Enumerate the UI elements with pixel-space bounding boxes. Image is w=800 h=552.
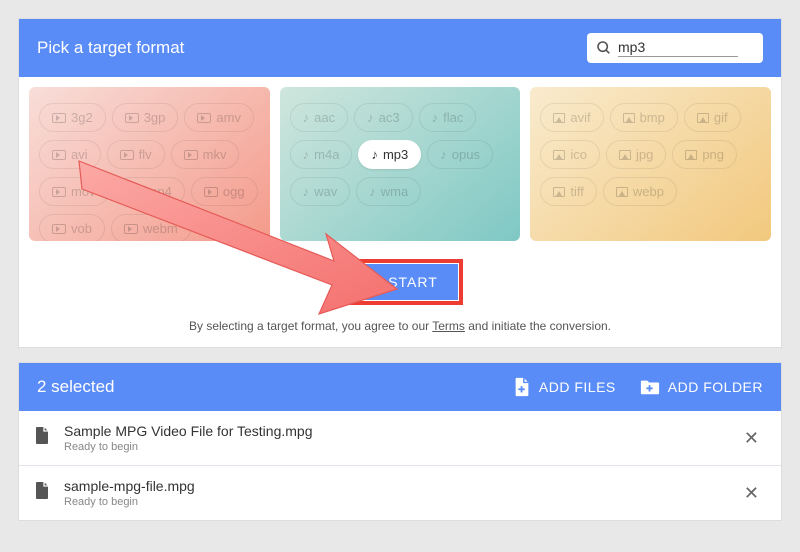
add-files-label: ADD FILES bbox=[539, 379, 616, 395]
format-chip-flac[interactable]: ♪flac bbox=[419, 103, 477, 132]
chip-label: bmp bbox=[640, 110, 665, 125]
format-chip-avif[interactable]: avif bbox=[540, 103, 603, 132]
files-header: 2 selected ADD FILES ADD FOLDER bbox=[19, 363, 781, 411]
file-icon bbox=[35, 482, 50, 505]
chip-label: flv bbox=[139, 147, 152, 162]
file-status: Ready to begin bbox=[64, 496, 738, 508]
search-box[interactable] bbox=[587, 33, 763, 63]
format-chip-vob[interactable]: vob bbox=[39, 214, 105, 241]
remove-file-button[interactable]: ✕ bbox=[738, 428, 765, 449]
chip-label: png bbox=[702, 147, 724, 162]
format-chip-bmp[interactable]: bmp bbox=[610, 103, 678, 132]
file-info: sample-mpg-file.mpg Ready to begin bbox=[64, 478, 738, 508]
format-panel: Pick a target format 3g2 3gp amv avi flv mkv m… bbox=[18, 18, 782, 348]
chip-label: ogg bbox=[223, 184, 245, 199]
format-chip-gif[interactable]: gif bbox=[684, 103, 741, 132]
file-icon bbox=[35, 427, 50, 450]
format-chip-avi[interactable]: avi bbox=[39, 140, 101, 169]
format-chip-tiff[interactable]: tiff bbox=[540, 177, 597, 206]
format-chip-mp3[interactable]: ♪mp3 bbox=[358, 140, 421, 169]
format-chip-ogg[interactable]: ogg bbox=[191, 177, 258, 206]
add-folder-label: ADD FOLDER bbox=[668, 379, 763, 395]
start-button-label: START bbox=[388, 274, 438, 290]
add-files-button[interactable]: ADD FILES bbox=[513, 377, 616, 397]
chip-label: 3g2 bbox=[71, 110, 93, 125]
terms-link[interactable]: Terms bbox=[432, 319, 465, 333]
file-row: sample-mpg-file.mpg Ready to begin✕ bbox=[19, 465, 781, 520]
chip-label: vob bbox=[71, 221, 92, 236]
file-info: Sample MPG Video File for Testing.mpg Rea… bbox=[64, 423, 738, 453]
chip-label: ico bbox=[570, 147, 587, 162]
format-chip-opus[interactable]: ♪opus bbox=[427, 140, 493, 169]
chip-label: flac bbox=[443, 110, 463, 125]
chip-label: mov bbox=[71, 184, 96, 199]
files-actions: ADD FILES ADD FOLDER bbox=[513, 377, 763, 397]
chip-label: jpg bbox=[636, 147, 653, 162]
chip-label: amv bbox=[216, 110, 241, 125]
card-audio: ♪aac♪ac3♪flac ♪m4a♪mp3♪opus ♪wav♪wma bbox=[280, 87, 521, 241]
chip-label: mp3 bbox=[383, 147, 408, 162]
panel-title: Pick a target format bbox=[37, 38, 184, 58]
chip-label: webp bbox=[633, 184, 664, 199]
chip-label: ac3 bbox=[379, 110, 400, 125]
search-input[interactable] bbox=[618, 39, 738, 57]
file-name: Sample MPG Video File for Testing.mpg bbox=[64, 423, 738, 439]
chip-label: mp4 bbox=[147, 184, 172, 199]
format-chip-mov[interactable]: mov bbox=[39, 177, 109, 206]
format-chip-wma[interactable]: ♪wma bbox=[356, 177, 421, 206]
chip-label: avi bbox=[71, 147, 88, 162]
arrow-right-icon bbox=[362, 274, 378, 290]
chip-label: opus bbox=[452, 147, 480, 162]
format-chip-webm[interactable]: webm bbox=[111, 214, 191, 241]
chip-label: aac bbox=[314, 110, 335, 125]
format-chip-flv[interactable]: flv bbox=[107, 140, 165, 169]
format-chip-3gp[interactable]: 3gp bbox=[112, 103, 179, 132]
file-plus-icon bbox=[513, 377, 531, 397]
search-icon bbox=[596, 40, 612, 56]
format-chip-m4a[interactable]: ♪m4a bbox=[290, 140, 353, 169]
format-cards: 3g23gpamvaviflvmkvmovmp4oggvobwebm ♪aac♪… bbox=[19, 77, 781, 241]
add-folder-button[interactable]: ADD FOLDER bbox=[640, 377, 763, 397]
chip-label: avif bbox=[570, 110, 590, 125]
file-name: sample-mpg-file.mpg bbox=[64, 478, 738, 494]
chip-label: wma bbox=[381, 184, 408, 199]
files-panel: 2 selected ADD FILES ADD FOLDER Sample M… bbox=[18, 362, 782, 521]
start-button-highlight: START bbox=[337, 259, 463, 305]
format-chip-wav[interactable]: ♪wav bbox=[290, 177, 351, 206]
consent-suffix: and initiate the conversion. bbox=[465, 319, 611, 333]
chip-label: mkv bbox=[203, 147, 227, 162]
format-chip-3g2[interactable]: 3g2 bbox=[39, 103, 106, 132]
format-chip-amv[interactable]: amv bbox=[184, 103, 254, 132]
format-chip-mp4[interactable]: mp4 bbox=[115, 177, 185, 206]
format-chip-mkv[interactable]: mkv bbox=[171, 140, 240, 169]
chip-label: webm bbox=[143, 221, 178, 236]
file-row: Sample MPG Video File for Testing.mpg Rea… bbox=[19, 411, 781, 465]
chip-label: tiff bbox=[570, 184, 584, 199]
file-list: Sample MPG Video File for Testing.mpg Rea… bbox=[19, 411, 781, 520]
chip-label: wav bbox=[314, 184, 337, 199]
card-video: 3g2 3gp amv avi flv mkv mov mp4 ogg vob webm bbox=[29, 87, 270, 241]
file-status: Ready to begin bbox=[64, 441, 738, 453]
chip-label: m4a bbox=[314, 147, 339, 162]
card-image: avif bmp gif ico jpg png tiff webp bbox=[530, 87, 771, 241]
folder-plus-icon bbox=[640, 378, 660, 396]
consent-prefix: By selecting a target format, you agree … bbox=[189, 319, 432, 333]
format-panel-header: Pick a target format bbox=[19, 19, 781, 77]
format-chip-webp[interactable]: webp bbox=[603, 177, 677, 206]
selected-count: 2 selected bbox=[37, 377, 115, 397]
chip-label: 3gp bbox=[144, 110, 166, 125]
format-chip-ico[interactable]: ico bbox=[540, 140, 600, 169]
start-button[interactable]: START bbox=[342, 264, 458, 300]
format-chip-aac[interactable]: ♪aac bbox=[290, 103, 348, 132]
remove-file-button[interactable]: ✕ bbox=[738, 483, 765, 504]
start-row: START bbox=[19, 241, 781, 311]
consent-text: By selecting a target format, you agree … bbox=[19, 311, 781, 347]
format-chip-ac3[interactable]: ♪ac3 bbox=[354, 103, 412, 132]
chip-label: gif bbox=[714, 110, 728, 125]
format-chip-jpg[interactable]: jpg bbox=[606, 140, 666, 169]
format-chip-png[interactable]: png bbox=[672, 140, 737, 169]
